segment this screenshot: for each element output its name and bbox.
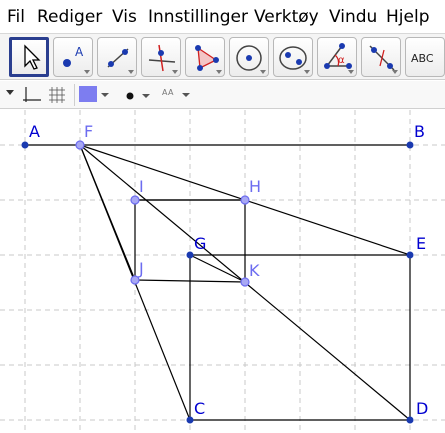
menu-tools[interactable]: Verktøy	[254, 7, 319, 27]
stylebar-divider	[74, 84, 75, 106]
point-label-c: C	[194, 399, 205, 418]
point-style-icon[interactable]	[120, 84, 150, 106]
point-label-a: A	[29, 122, 40, 141]
menu-bar: Fil Rediger Vis Innstillinger Verktøy Vi…	[0, 0, 445, 34]
menu-help[interactable]: Hjelp	[386, 7, 429, 27]
menu-window[interactable]: Vindu	[329, 7, 377, 27]
point-label-k: K	[249, 261, 260, 280]
chevron-down-icon[interactable]	[180, 84, 192, 106]
point-k	[240, 277, 250, 287]
move-tool-button[interactable]	[9, 37, 49, 77]
point-c	[186, 416, 194, 424]
point-e	[406, 251, 414, 259]
menu-options[interactable]: Innstillinger	[148, 7, 248, 27]
svg-text:A: A	[75, 45, 84, 59]
menu-file[interactable]: Fil	[7, 7, 25, 27]
chevron-down-icon[interactable]	[99, 84, 111, 106]
menu-view[interactable]: Vis	[112, 7, 137, 27]
point-j	[130, 275, 140, 285]
point-f	[75, 140, 85, 150]
text-size-label[interactable]: A A	[162, 88, 173, 110]
svg-text:α: α	[338, 55, 345, 66]
collapse-toggle-icon[interactable]	[4, 84, 16, 106]
point-label-h: H	[249, 177, 261, 196]
polygon-tool-button[interactable]	[185, 37, 225, 77]
style-bar: A A	[0, 81, 445, 109]
geometry-canvas[interactable]: A B F I H G E J K C D	[0, 110, 445, 433]
point-g	[186, 251, 194, 259]
segment-fj	[79, 144, 136, 281]
text-icon: ABC	[411, 52, 434, 65]
point-label-e: E	[416, 234, 426, 253]
point-h	[240, 195, 250, 205]
point-a	[21, 141, 29, 149]
point-d	[406, 416, 414, 424]
grid-toggle-icon[interactable]	[46, 84, 68, 106]
point-i	[130, 195, 140, 205]
angle-tool-button[interactable]: α	[317, 37, 357, 77]
svg-text:ABC: ABC	[411, 52, 434, 65]
point-tool-button[interactable]: A	[53, 37, 93, 77]
point-label-g: G	[194, 234, 206, 253]
perpendicular-tool-button[interactable]	[141, 37, 181, 77]
axes-toggle-icon[interactable]	[20, 84, 44, 106]
point-label-i: I	[139, 177, 144, 196]
cursor-arrow-icon	[24, 44, 41, 70]
line-tool-button[interactable]	[97, 37, 137, 77]
text-tool-button[interactable]: ABC	[405, 37, 445, 77]
point-label-b: B	[414, 122, 425, 141]
point-label-j: J	[138, 259, 144, 278]
menu-edit[interactable]: Rediger	[37, 7, 102, 27]
point-label-f: F	[84, 122, 93, 141]
point-label-d: D	[416, 399, 428, 418]
graphics-view[interactable]: A B F I H G E J K C D	[0, 110, 445, 433]
circle-tool-button[interactable]	[229, 37, 269, 77]
toolbar: A α ABC	[0, 34, 445, 80]
color-swatch[interactable]	[79, 86, 97, 102]
ellipse-tool-button[interactable]	[273, 37, 313, 77]
point-b	[406, 141, 414, 149]
reflect-tool-button[interactable]	[361, 37, 401, 77]
